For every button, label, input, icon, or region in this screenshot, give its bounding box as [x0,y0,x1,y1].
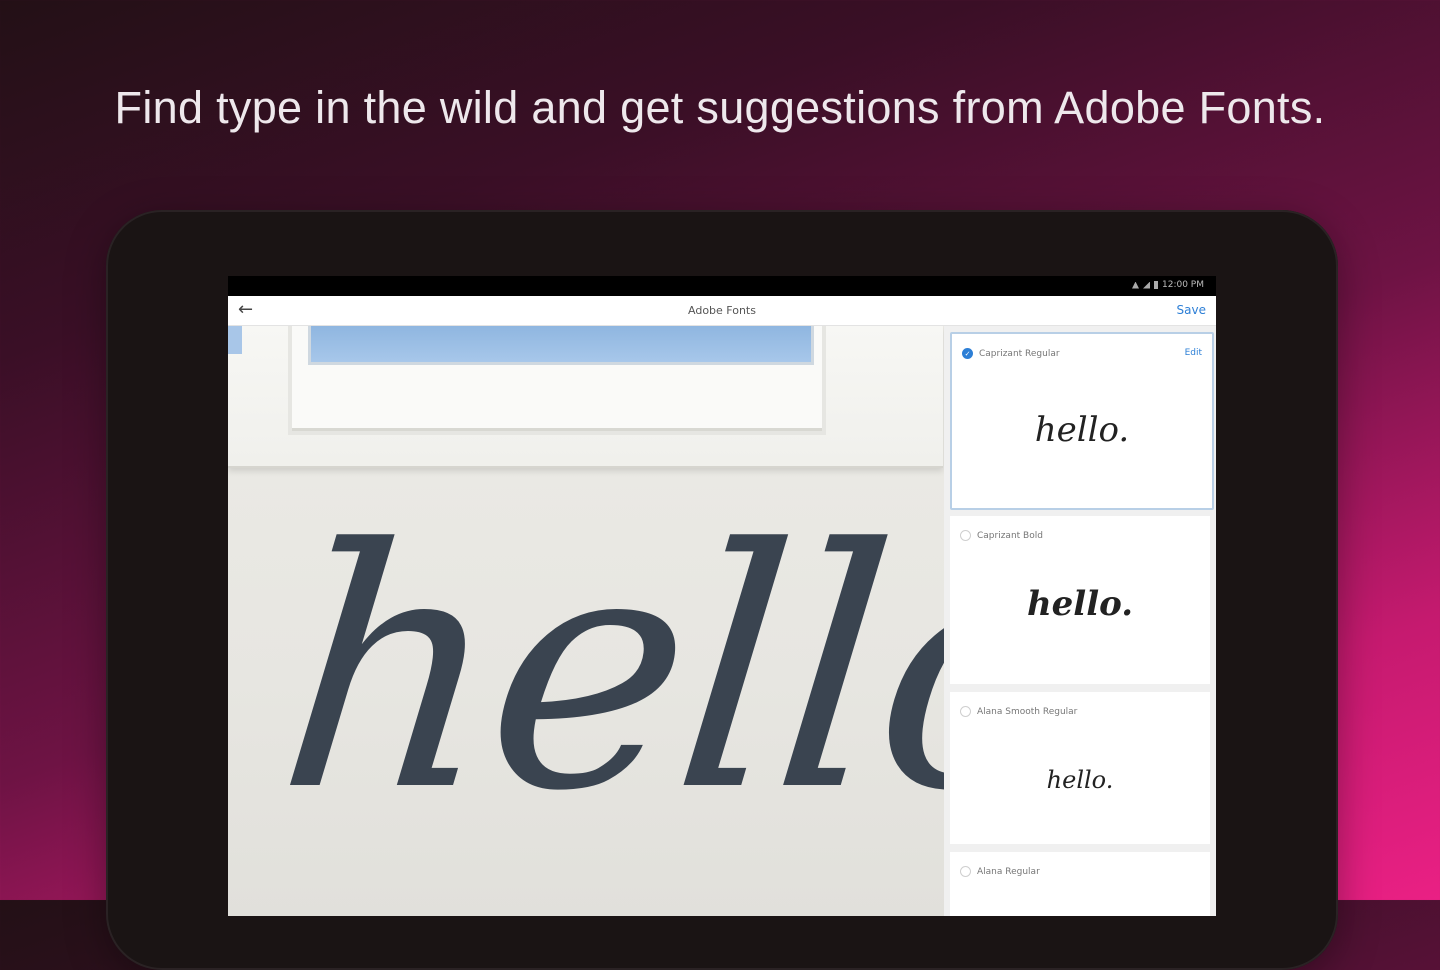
battery-icon [1154,281,1158,289]
photo-lettering: hello. [265,479,944,863]
font-name: Alana Regular [977,866,1040,877]
app-bar: ← Adobe Fonts Save [228,296,1216,326]
font-card-caprizant-regular[interactable]: ✓ Caprizant Regular Edit hello. [950,332,1214,510]
status-icons: 12:00 PM [1132,280,1204,290]
radio-button[interactable] [960,866,971,877]
status-time: 12:00 PM [1162,280,1204,290]
font-name: Caprizant Bold [977,530,1043,541]
tablet-device: 12:00 PM ← Adobe Fonts Save hello. ✓ Cap… [106,210,1338,970]
font-card-alana-smooth-regular[interactable]: Alana Smooth Regular hello. [950,692,1210,844]
window-glass-left [228,326,242,354]
radio-button[interactable] [960,530,971,541]
headline: Find type in the wild and get suggestion… [114,82,1326,133]
radio-button[interactable] [960,706,971,717]
font-card-caprizant-bold[interactable]: Caprizant Bold hello. [950,516,1210,684]
tablet-screen: 12:00 PM ← Adobe Fonts Save hello. ✓ Cap… [228,276,1216,916]
font-suggestions-panel[interactable]: ✓ Caprizant Regular Edit hello. Caprizan… [944,326,1216,916]
save-button[interactable]: Save [1177,303,1206,317]
font-name: Alana Smooth Regular [977,706,1078,717]
window-glass [308,326,814,365]
card-header: Alana Regular [960,866,1040,877]
check-icon[interactable]: ✓ [962,348,973,359]
font-sample: hello. [1026,584,1134,624]
font-name: Caprizant Regular [979,348,1060,359]
card-header: Caprizant Bold [960,530,1043,541]
signal-icon [1143,281,1150,289]
card-header: ✓ Caprizant Regular [962,348,1060,359]
font-card-alana-regular[interactable]: Alana Regular [950,852,1210,916]
font-sample: hello. [1046,766,1114,794]
window-frame [228,326,943,468]
status-bar: 12:00 PM [228,276,1216,296]
edit-button[interactable]: Edit [1185,348,1202,358]
app-title: Adobe Fonts [688,304,756,317]
font-sample: hello. [1034,410,1130,450]
card-header: Alana Smooth Regular [960,706,1077,717]
wifi-icon [1132,281,1139,289]
captured-photo: hello. [228,326,944,916]
